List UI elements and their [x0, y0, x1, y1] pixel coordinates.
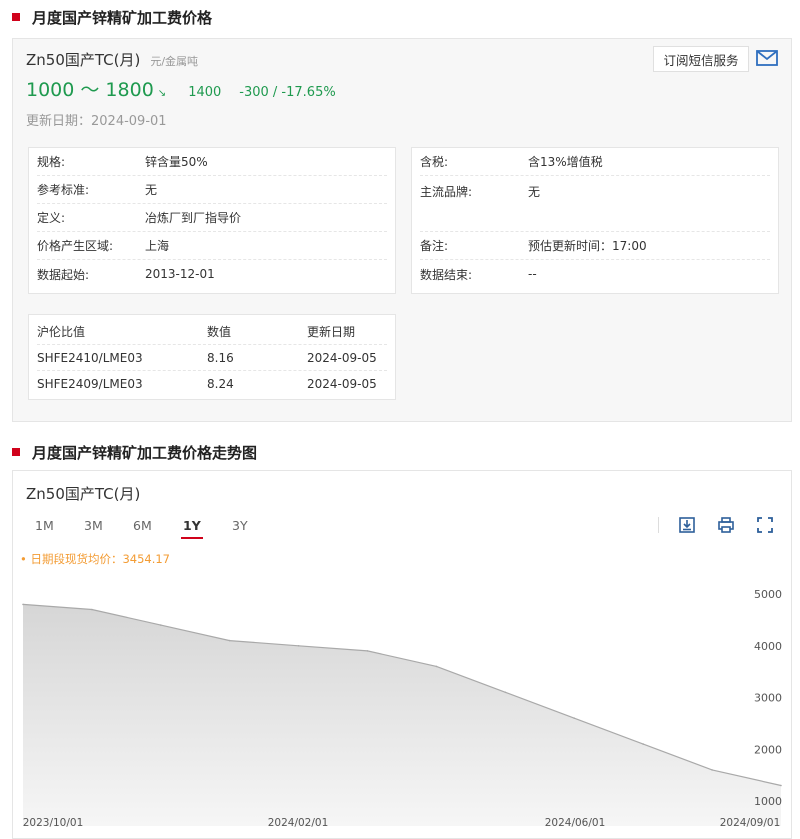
section-title-price: 月度国产锌精矿加工费价格	[12, 7, 212, 27]
spec-label: 定义:	[37, 211, 66, 225]
spec-value: 锌含量50%	[145, 155, 208, 169]
x-tick-label: 2024/02/01	[268, 817, 329, 829]
subscribe-sms-button[interactable]: 订阅短信服务	[653, 46, 749, 72]
spec-box-left: 规格: 锌含量50% 参考标准: 无 定义: 冶炼厂到厂指导价 价格产生区域: …	[28, 147, 396, 294]
ratio-cell-name: SHFE2409/LME03	[37, 377, 143, 391]
data-point[interactable]	[780, 784, 782, 787]
spec-label: 备注:	[420, 239, 449, 253]
trend-down-icon: ↘	[157, 88, 167, 99]
product-header: Zn50国产TC(月) 元/金属吨	[26, 49, 198, 70]
spec-label: 含税:	[420, 155, 449, 169]
ratio-cell-value: 8.24	[207, 377, 234, 391]
price-row: 1000 ～ 1800 ↘ 1400 -300 / -17.65%	[26, 75, 336, 102]
spec-row: 价格产生区域: 上海	[37, 232, 387, 260]
ratio-table: 沪伦比值 数值 更新日期 SHFE2410/LME03 8.16 2024-09…	[28, 314, 396, 400]
y-tick-label: 5000	[754, 588, 782, 601]
section-title-text: 月度国产锌精矿加工费价格走势图	[32, 443, 258, 462]
spec-value: 无	[145, 183, 158, 197]
data-point[interactable]	[228, 639, 231, 642]
section-title-text: 月度国产锌精矿加工费价格	[32, 8, 213, 27]
spec-value: --	[528, 267, 537, 281]
ratio-table-header: 沪伦比值 数值 更新日期	[37, 319, 387, 345]
price-change: -300 / -17.65%	[239, 85, 336, 100]
x-tick-label: 2024/06/01	[545, 817, 606, 829]
table-row: SHFE2409/LME03 8.24 2024-09-05	[37, 371, 387, 397]
spec-value: 2013-12-01	[145, 267, 215, 281]
spec-row: 主流品牌: 无	[420, 176, 770, 232]
spec-row: 含税: 含13%增值税	[420, 148, 770, 176]
spec-row: 数据起始: 2013-12-01	[37, 260, 387, 288]
spec-label: 价格产生区域:	[37, 239, 114, 253]
spec-box-right: 含税: 含13%增值税 主流品牌: 无 备注: 预估更新时间：17:00 数据结…	[411, 147, 779, 294]
spec-row: 数据结束: --	[420, 260, 770, 288]
data-point[interactable]	[573, 717, 576, 719]
mail-icon[interactable]	[756, 50, 778, 66]
spec-value: 上海	[145, 239, 170, 253]
data-point[interactable]	[160, 624, 162, 626]
section-title-trend: 月度国产锌精矿加工费价格走势图	[12, 442, 257, 462]
avg-price: 1400	[188, 85, 222, 100]
ratio-header-name: 沪伦比值	[37, 325, 86, 339]
spec-value: 预估更新时间：17:00	[528, 239, 647, 253]
spec-label: 数据结束:	[420, 267, 473, 282]
ratio-cell-value: 8.16	[207, 350, 234, 365]
spec-label: 数据起始:	[37, 267, 90, 282]
ratio-cell-date: 2024-09-05	[307, 377, 377, 391]
spec-value: 无	[528, 185, 541, 199]
price-range: 1000 ～ 1800	[26, 79, 154, 101]
price-trend-chart: 1000 2000 3000 4000 5000 2023/10/01 2024/02/0…	[22, 588, 782, 829]
ratio-cell-date: 2024-09-05	[307, 350, 377, 365]
data-point[interactable]	[435, 665, 438, 668]
spec-value: 冶炼厂到厂指导价	[145, 211, 242, 225]
data-point[interactable]	[642, 743, 644, 745]
spec-row: 定义: 冶炼厂到厂指导价	[37, 204, 387, 232]
data-point[interactable]	[366, 650, 369, 652]
product-unit: 元/金属吨	[150, 55, 199, 68]
spec-label: 主流品牌:	[420, 185, 473, 199]
data-point[interactable]	[22, 603, 24, 606]
series-area	[23, 604, 781, 826]
ratio-header-value: 数值	[207, 325, 232, 339]
chart-card: Zn50国产TC(月) 1M 3M 6M 1Y 3Y • 日期段现货均价：345…	[12, 470, 792, 839]
spec-value: 含13%增值税	[528, 155, 603, 169]
section-marker	[12, 13, 20, 21]
section-marker	[12, 448, 20, 456]
spec-label: 规格:	[37, 155, 66, 169]
spec-row: 备注: 预估更新时间：17:00	[420, 232, 770, 260]
ratio-header-date: 更新日期	[307, 325, 356, 339]
price-card: Zn50国产TC(月) 元/金属吨 1000 ～ 1800 ↘ 1400 -30…	[12, 38, 792, 422]
spec-label: 参考标准:	[37, 183, 90, 197]
spec-row: 参考标准: 无	[37, 176, 387, 204]
y-tick-label: 2000	[754, 743, 782, 756]
data-point[interactable]	[711, 769, 713, 771]
y-tick-label: 4000	[754, 640, 782, 653]
x-tick-label: 2023/10/01	[23, 817, 84, 829]
data-point[interactable]	[91, 608, 93, 611]
table-row: SHFE2410/LME03 8.16 2024-09-05	[37, 345, 387, 371]
y-tick-label: 3000	[754, 692, 782, 705]
data-point[interactable]	[297, 645, 300, 647]
product-name: Zn50国产TC(月)	[26, 51, 141, 69]
y-tick-label: 1000	[754, 795, 782, 808]
ratio-cell-name: SHFE2410/LME03	[37, 350, 143, 365]
update-date: 更新日期：2024-09-01	[26, 114, 167, 129]
data-point[interactable]	[504, 691, 507, 694]
spec-row: 规格: 锌含量50%	[37, 148, 387, 176]
x-tick-label: 2024/09/01	[720, 817, 781, 829]
